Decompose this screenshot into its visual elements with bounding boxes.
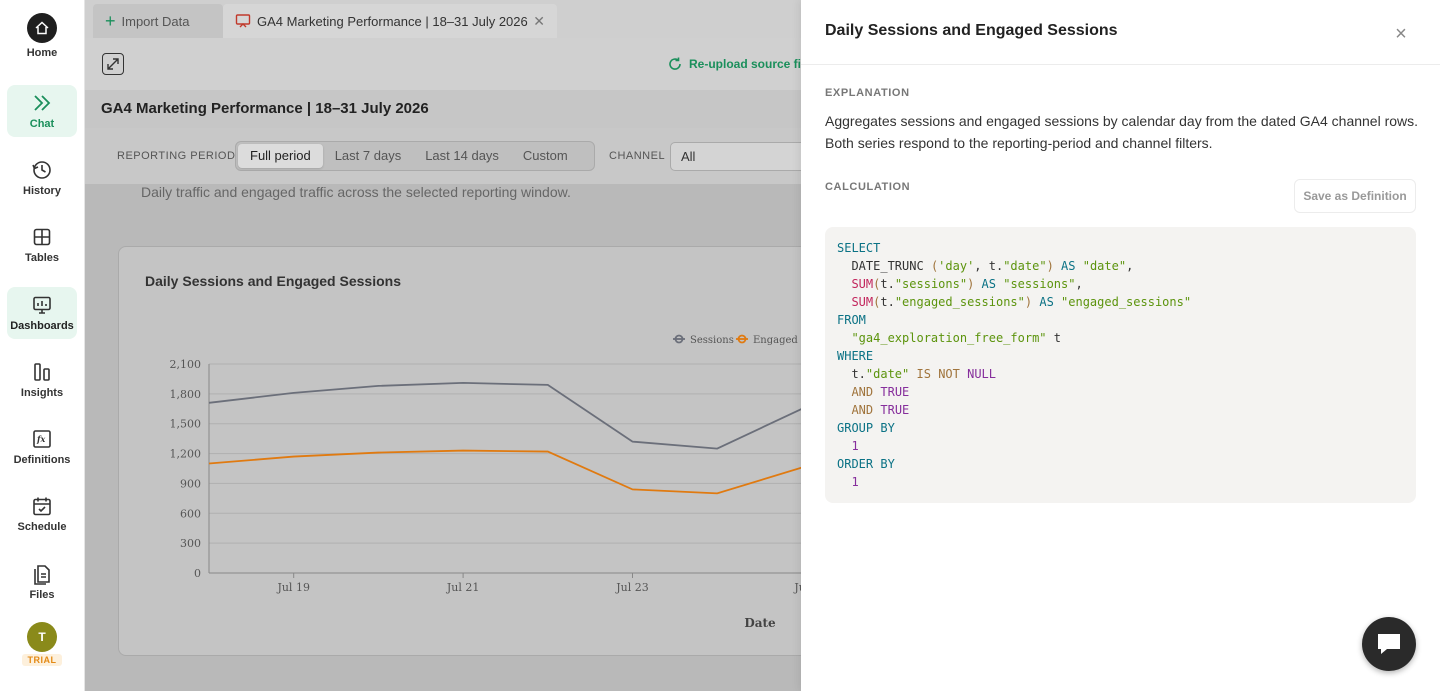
nav-definitions-label: Definitions <box>13 454 71 466</box>
y-tick-label: 300 <box>180 537 201 550</box>
dashboard-area: + Import Data GA4 Marketing Performance … <box>85 0 801 691</box>
close-icon[interactable]: × <box>1391 24 1411 44</box>
nav-schedule-label: Schedule <box>17 521 67 533</box>
explanation-text: Aggregates sessions and engaged sessions… <box>825 113 1419 151</box>
y-tick-label: 0 <box>194 567 201 580</box>
nav-chat-label: Chat <box>29 118 55 130</box>
nav-schedule[interactable]: Schedule <box>7 488 77 540</box>
x-tick-label: Jul 21 <box>446 581 480 594</box>
tab-import-data[interactable]: + Import Data <box>93 4 223 38</box>
nav-home[interactable]: Home <box>7 10 77 62</box>
channel-label: CHANNEL <box>609 150 666 162</box>
nav-tables[interactable]: Tables <box>7 219 77 271</box>
y-tick-label: 900 <box>180 477 201 490</box>
legend-label: Engaged <box>753 335 798 346</box>
double-chevron-icon <box>34 95 51 111</box>
nav-dashboards[interactable]: Dashboards <box>7 287 77 339</box>
series-line-sessions <box>208 382 801 450</box>
user-avatar[interactable]: T <box>27 622 57 652</box>
left-navigation: Home Chat History Tables Dashboards Insi… <box>0 0 85 691</box>
presentation-icon <box>235 14 251 28</box>
nav-dashboards-label: Dashboards <box>10 320 74 332</box>
calendar-icon <box>33 497 51 516</box>
chat-icon <box>1378 634 1400 654</box>
calculation-label: CALCULATION <box>825 181 911 193</box>
svg-text:fx: fx <box>36 434 45 444</box>
save-as-definition-button[interactable]: Save as Definition <box>1294 179 1416 213</box>
y-tick-label: 1,800 <box>170 388 202 401</box>
expand-button[interactable] <box>102 53 124 75</box>
dashboard-icon <box>33 296 51 314</box>
tab-report-label: GA4 Marketing Performance | 18–31 July 2… <box>257 13 528 29</box>
page-subtitle: Daily traffic and engaged traffic across… <box>141 184 571 200</box>
reporting-period-label: REPORTING PERIOD <box>117 150 236 162</box>
nav-home-label: Home <box>26 47 58 59</box>
nav-history[interactable]: History <box>7 152 77 204</box>
x-tick-label: Jul <box>793 581 801 594</box>
function-icon: fx <box>33 430 51 448</box>
insights-icon <box>34 363 50 381</box>
x-tick-label: Jul 23 <box>615 581 649 594</box>
nav-files-label: Files <box>29 589 55 601</box>
refresh-icon <box>669 57 681 70</box>
filter-bar: REPORTING PERIOD Full period Last 7 days… <box>85 128 801 184</box>
toolbar: Re-upload source fi <box>85 38 801 90</box>
panel-header: Daily Sessions and Engaged Sessions × <box>801 0 1440 65</box>
period-option-7d[interactable]: Last 7 days <box>323 144 414 168</box>
plus-icon: + <box>105 10 116 31</box>
y-tick-label: 2,100 <box>170 358 202 371</box>
nav-history-label: History <box>23 185 61 197</box>
tab-report[interactable]: GA4 Marketing Performance | 18–31 July 2… <box>223 4 557 38</box>
y-tick-label: 600 <box>180 507 201 520</box>
reupload-button[interactable]: Re-upload source fi <box>667 56 801 72</box>
line-chart: 0 300 600 900 1,200 1,500 1,800 2,100 Jul 19 Jul … <box>170 334 801 630</box>
trial-badge: TRIAL <box>22 654 62 666</box>
nav-insights-label: Insights <box>20 387 64 399</box>
period-option-custom[interactable]: Custom <box>511 144 580 168</box>
close-tab-icon[interactable]: ✕ <box>533 13 545 30</box>
tab-bar: + Import Data GA4 Marketing Performance … <box>85 0 801 38</box>
definition-panel: Daily Sessions and Engaged Sessions × EX… <box>801 0 1440 691</box>
chart-card: Daily Sessions and Engaged Sessions 0 300… <box>118 246 801 656</box>
panel-title: Daily Sessions and Engaged Sessions <box>825 22 1118 39</box>
legend-label: Sessions <box>690 335 734 346</box>
nav-insights[interactable]: Insights <box>7 354 77 406</box>
y-tick-label: 1,500 <box>170 418 202 431</box>
nav-files[interactable]: Files <box>7 556 77 608</box>
chat-support-button[interactable] <box>1362 617 1416 671</box>
series-line-engaged <box>208 449 801 495</box>
home-icon <box>27 13 57 43</box>
page-title: GA4 Marketing Performance | 18–31 July 2… <box>101 100 429 117</box>
explanation-label: EXPLANATION <box>825 87 910 99</box>
y-tick-label: 1,200 <box>170 448 202 461</box>
reporting-period-selector: Full period Last 7 days Last 14 days Cus… <box>235 141 595 171</box>
x-axis-label: Date <box>744 616 776 630</box>
tab-import-label: Import Data <box>121 13 190 29</box>
x-tick-label: Jul 19 <box>276 581 310 594</box>
period-option-full[interactable]: Full period <box>238 144 323 168</box>
nav-chat[interactable]: Chat <box>7 85 77 137</box>
history-icon <box>32 161 51 179</box>
title-bar: GA4 Marketing Performance | 18–31 July 2… <box>85 90 801 128</box>
nav-tables-label: Tables <box>24 252 60 264</box>
period-option-14d[interactable]: Last 14 days <box>413 144 511 168</box>
table-icon <box>33 228 51 246</box>
sql-code-block: SELECT DATE_TRUNC ('day', t."date") AS "… <box>825 227 1416 503</box>
reupload-label: Re-upload source fi <box>689 57 801 71</box>
nav-definitions[interactable]: fx Definitions <box>7 421 77 473</box>
files-icon <box>34 565 50 585</box>
expand-icon <box>107 58 119 70</box>
channel-select[interactable]: All <box>670 142 801 171</box>
